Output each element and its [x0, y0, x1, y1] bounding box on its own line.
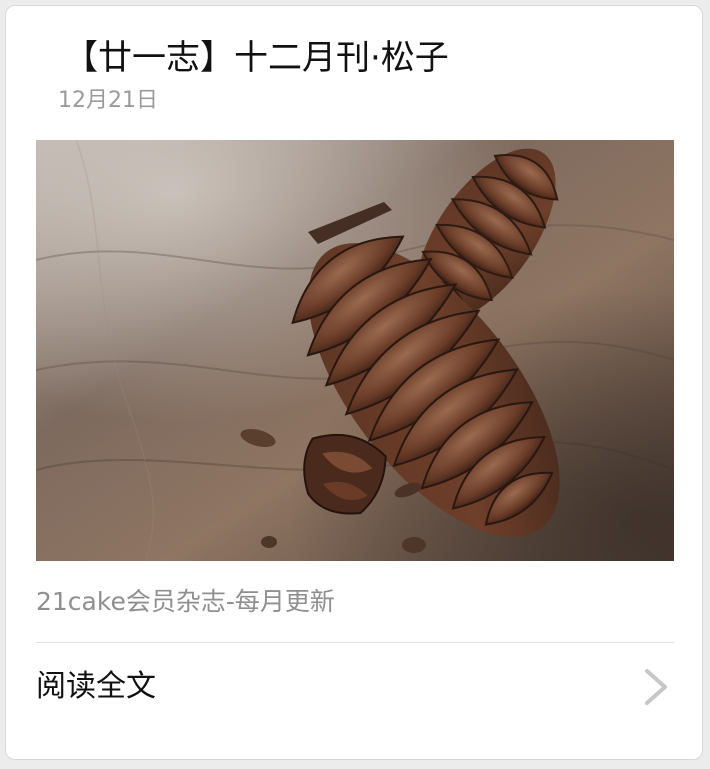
cover-illustration	[36, 140, 674, 561]
read-more-link[interactable]: 阅读全文	[6, 643, 702, 733]
article-title: 【廿一志】十二月刊·松子	[64, 38, 449, 78]
chevron-right-icon	[645, 669, 667, 705]
article-date: 12月21日	[58, 88, 158, 113]
read-more-label: 阅读全文	[36, 669, 156, 704]
article-description: 21cake会员杂志-每月更新	[36, 587, 335, 616]
cover-image[interactable]	[36, 140, 674, 561]
article-card[interactable]: 【廿一志】十二月刊·松子 12月21日 21cake会员杂志-每月更新 阅读全文	[5, 5, 703, 760]
